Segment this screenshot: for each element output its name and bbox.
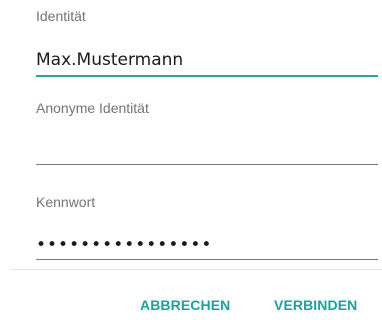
anonymous-identity-input[interactable] (36, 136, 378, 162)
dialog-divider (10, 269, 382, 270)
identity-label: Identität (36, 8, 86, 24)
password-input[interactable] (36, 232, 378, 258)
anonymous-identity-label: Anonyme Identität (36, 100, 149, 116)
cancel-button[interactable]: ABBRECHEN (140, 296, 230, 314)
password-underline (36, 259, 378, 260)
anonymous-identity-underline (36, 164, 378, 165)
connect-button[interactable]: VERBINDEN (274, 296, 357, 314)
password-label: Kennwort (36, 194, 96, 210)
identity-input[interactable] (36, 47, 378, 73)
identity-underline (36, 75, 378, 77)
